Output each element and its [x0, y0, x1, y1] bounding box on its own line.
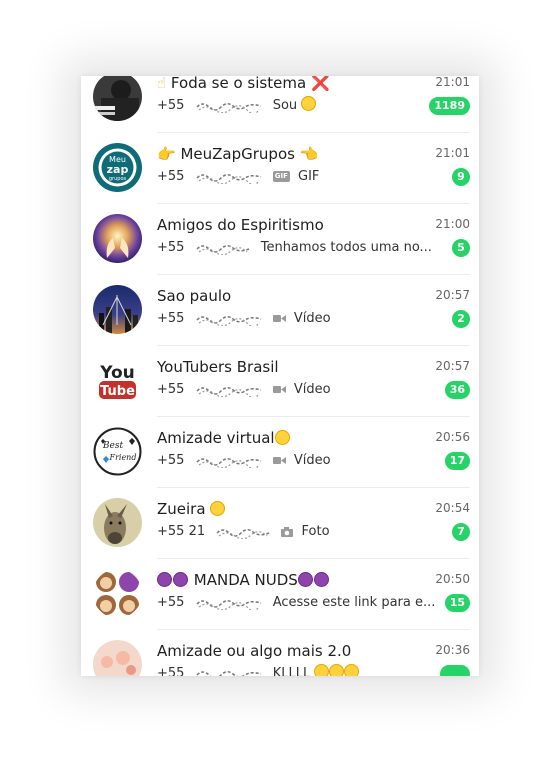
chat-preview: +55 GIF GIF: [157, 169, 320, 184]
chat-preview: +55 Tenhamos todos uma no...: [157, 240, 432, 255]
chat-time: 21:01: [435, 76, 470, 89]
redacted-number: [196, 599, 261, 610]
chat-time: 20:57: [435, 288, 470, 302]
avatar[interactable]: You Tube: [93, 356, 142, 405]
redacted-number: [196, 102, 261, 113]
pointing-left-icon: 👈: [299, 145, 319, 163]
avatar-text: Friend: [109, 453, 137, 462]
redacted-number: [196, 670, 261, 676]
devil-emoji: [297, 572, 313, 587]
redacted-number: [196, 386, 261, 397]
chat-row[interactable]: Amizade ou algo mais 2.0 20:36 +55 KLLLL: [81, 629, 479, 676]
smile-emoji: [274, 430, 290, 445]
chat-preview: +55 Vídeo: [157, 453, 331, 468]
chat-time: 20:57: [435, 359, 470, 373]
avatar[interactable]: [93, 569, 142, 618]
avatar-text: zap: [107, 163, 129, 176]
camera-icon: [281, 526, 294, 537]
redacted-number: [196, 457, 261, 468]
chat-row[interactable]: ☝ Foda se o sistema ❌ 21:01 +55 Sou 1189: [81, 76, 479, 133]
chat-name: MANDA NUDS: [157, 569, 422, 591]
cross-mark-icon: ❌: [310, 76, 330, 92]
smile-emoji: [314, 664, 330, 676]
hand-icon: ☝: [157, 76, 167, 92]
chat-time: 20:36: [435, 643, 470, 657]
avatar[interactable]: [93, 640, 142, 676]
chat-time: 20:56: [435, 430, 470, 444]
devil-emoji: [313, 572, 329, 587]
video-icon: [272, 457, 286, 464]
redacted-number: [196, 315, 261, 326]
chat-preview: +55 Vídeo: [157, 311, 331, 326]
video-icon: [272, 386, 286, 393]
avatar[interactable]: [93, 214, 142, 263]
smile-emoji: [329, 664, 345, 676]
chat-row[interactable]: Sao paulo 20:57 +55 Vídeo 2: [81, 274, 479, 346]
laughing-emoji: [210, 501, 226, 516]
unread-badge: 17: [444, 452, 470, 470]
chat-row[interactable]: Best Friend Amizade virtual 20:56 +55 Ví…: [81, 416, 479, 488]
redacted-number: [216, 528, 270, 539]
chat-row[interactable]: Zueira 20:54 +55 21 Foto 7: [81, 487, 479, 559]
redacted-number: [196, 173, 261, 184]
avatar[interactable]: [93, 498, 142, 547]
avatar-text: You: [99, 363, 135, 383]
chat-time: 20:50: [435, 572, 470, 586]
chat-time: 20:54: [435, 501, 470, 515]
chat-preview: +55 Sou: [157, 96, 438, 116]
chat-name: Amigos do Espiritismo: [157, 216, 324, 234]
chat-row[interactable]: You Tube YouTubers Brasil 20:57 +55 Víde…: [81, 345, 479, 417]
avatar[interactable]: [93, 285, 142, 334]
unread-badge: 1189: [429, 97, 470, 115]
avatar-text: grupos: [109, 176, 127, 182]
devil-emoji: [173, 572, 188, 587]
avatar[interactable]: Best Friend: [93, 427, 142, 476]
avatar[interactable]: [93, 76, 142, 121]
chat-name: Amizade ou algo mais 2.0: [157, 642, 352, 660]
chat-preview: +55 KLLLL: [157, 664, 438, 676]
unread-badge: 15: [444, 594, 470, 612]
unread-badge: 5: [452, 239, 470, 257]
chat-name: Zueira: [157, 498, 422, 520]
chat-time: 21:00: [435, 217, 470, 231]
unread-badge: 2: [452, 310, 470, 328]
chat-name: ☝ Foda se o sistema ❌: [157, 76, 422, 94]
chat-row[interactable]: Meu zap grupos 👉 MeuZapGrupos 👈 21:01 +5…: [81, 132, 479, 204]
chat-preview: +55 21 Foto: [157, 524, 330, 539]
chat-list: ☝ Foda se o sistema ❌ 21:01 +55 Sou 1189…: [81, 76, 479, 676]
pointing-right-icon: 👉: [157, 145, 176, 163]
chat-name: 👉 MeuZapGrupos 👈: [157, 145, 319, 163]
avatar-text: Best: [102, 441, 124, 451]
redacted-number: [196, 244, 249, 255]
chat-preview: +55 Vídeo: [157, 382, 331, 397]
chat-row[interactable]: Amigos do Espiritismo 21:00 +55 Tenhamos…: [81, 203, 479, 275]
unread-badge: [440, 665, 470, 676]
halo-smile-emoji: [301, 96, 317, 111]
chat-name: Sao paulo: [157, 287, 232, 305]
avatar-text: Tube: [100, 384, 135, 399]
chat-preview: +55 Acesse este link para e...: [157, 595, 436, 610]
video-icon: [272, 315, 286, 322]
devil-emoji: [157, 572, 172, 587]
chat-row[interactable]: MANDA NUDS 20:50 +55 Acesse este link pa…: [81, 558, 479, 630]
chat-time: 21:01: [435, 146, 470, 160]
avatar[interactable]: Meu zap grupos: [93, 143, 142, 192]
smile-emoji: [344, 664, 360, 676]
unread-badge: 9: [452, 168, 470, 186]
unread-badge: 7: [452, 523, 470, 541]
unread-badge: 36: [444, 381, 470, 399]
chat-name: YouTubers Brasil: [157, 358, 279, 376]
chat-name: Amizade virtual: [157, 427, 422, 449]
gif-icon: GIF: [272, 171, 290, 182]
